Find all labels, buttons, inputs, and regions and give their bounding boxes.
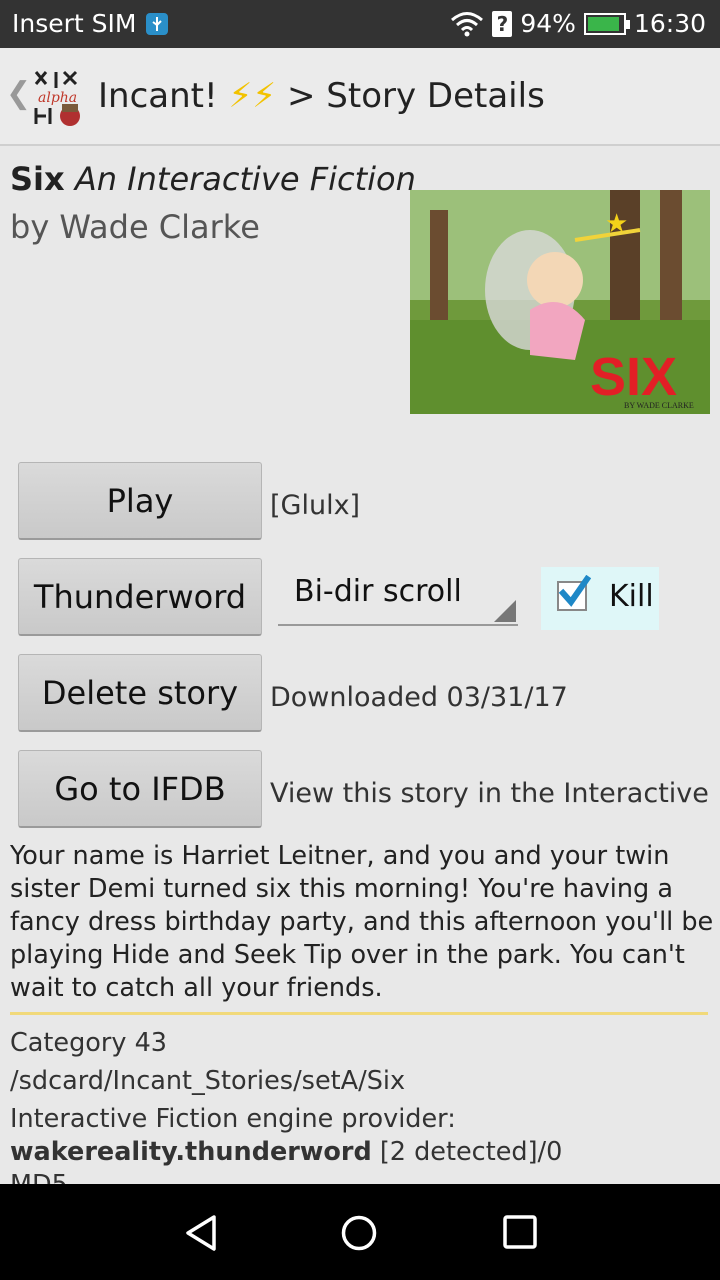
battery-percent: 94% [520, 9, 576, 38]
play-button[interactable]: Play [18, 462, 262, 540]
back-chevron-icon[interactable]: ❮ [6, 76, 31, 111]
svg-text:alpha: alpha [38, 90, 77, 106]
page-title: Incant! ⚡⚡ > Story Details [98, 76, 545, 116]
kill-checkbox[interactable]: Kill [541, 567, 659, 630]
cover-image: ★ SIX BY WADE CLARKE [410, 190, 710, 414]
engine-provider: wakereality.thunderword [2 detected]/0 [10, 1137, 563, 1167]
battery-icon [583, 12, 630, 35]
download-date: Downloaded 03/31/17 [270, 682, 568, 713]
status-bar: Insert SIM ? 94% 16:30 [0, 0, 720, 48]
carrier-text: Insert SIM [12, 9, 137, 38]
story-title: Six An Interactive Fiction [10, 160, 416, 198]
story-author: by Wade Clarke [10, 208, 260, 246]
home-circle-icon[interactable] [340, 1214, 378, 1252]
story-path: /sdcard/Incant_Stories/setA/Six [10, 1066, 406, 1096]
scroll-mode-value: Bi-dir scroll [294, 574, 462, 609]
app-logo-icon[interactable]: alpha [32, 68, 88, 128]
story-format: [Glulx] [270, 490, 361, 521]
ifdb-info: View this story in the Interactive Fict [270, 778, 710, 809]
divider [10, 1012, 708, 1015]
dropdown-arrow-icon [494, 600, 516, 622]
engine-label: Interactive Fiction engine provider: [10, 1104, 456, 1134]
lightning-icons: ⚡⚡ [228, 76, 277, 116]
svg-text:BY WADE CLARKE: BY WADE CLARKE [624, 401, 694, 410]
recents-square-icon[interactable] [502, 1214, 538, 1250]
story-description: Your name is Harriet Leitner, and you an… [10, 841, 714, 1003]
usb-icon [146, 12, 169, 35]
clock: 16:30 [633, 9, 706, 38]
navigation-bar [0, 1184, 720, 1280]
checkbox-box[interactable] [557, 575, 591, 611]
go-to-ifdb-button[interactable]: Go to IFDB [18, 750, 262, 828]
kill-label: Kill [609, 579, 654, 614]
story-details[interactable]: Six An Interactive Fiction by Wade Clark… [0, 146, 720, 1184]
thunderword-button[interactable]: Thunderword [18, 558, 262, 636]
wifi-icon [451, 11, 484, 36]
checkmark-icon [558, 575, 591, 607]
md5-text: MD5 [10, 1170, 68, 1184]
category-text: Category 43 [10, 1028, 168, 1058]
delete-story-button[interactable]: Delete story [18, 654, 262, 732]
back-triangle-icon[interactable] [182, 1214, 220, 1252]
svg-text:SIX: SIX [590, 347, 677, 407]
no-sim-icon: ? [492, 10, 513, 37]
scroll-mode-dropdown[interactable]: Bi-dir scroll [278, 560, 518, 626]
svg-text:★: ★ [605, 209, 628, 239]
app-bar: ❮ alpha Incant! ⚡⚡ > Story Details [0, 48, 720, 146]
